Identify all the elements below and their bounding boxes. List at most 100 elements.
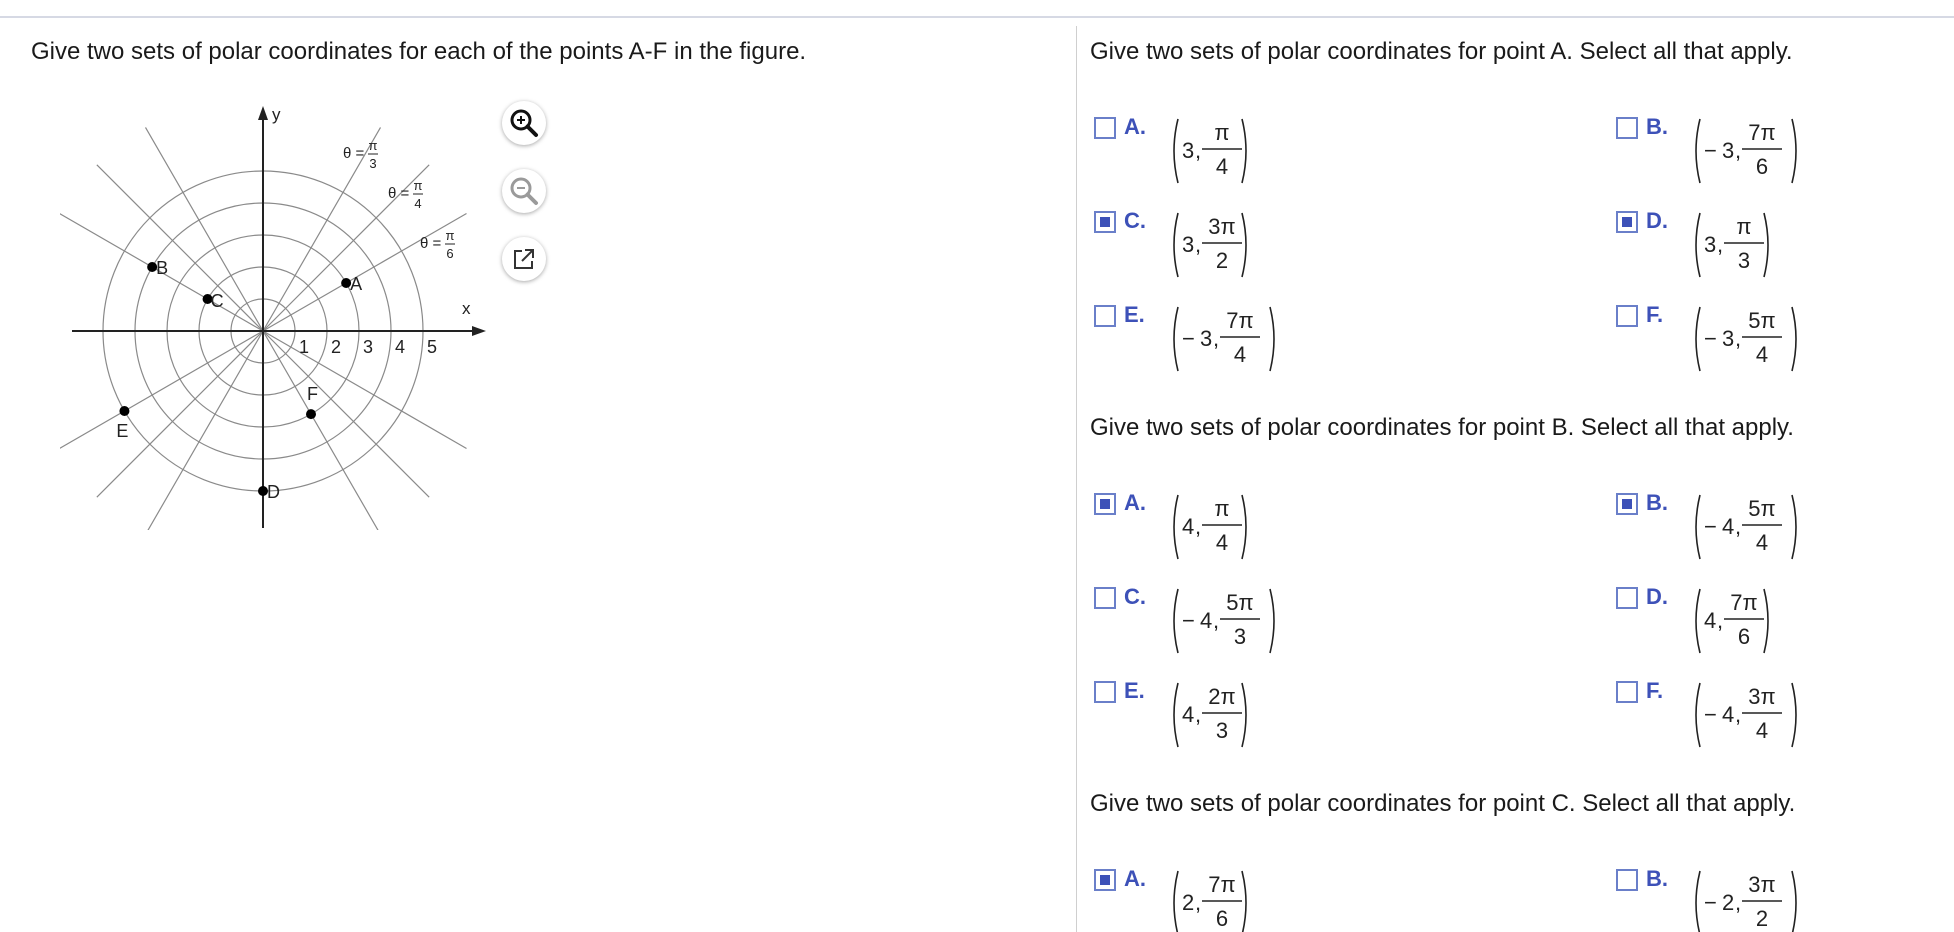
q1-option-c[interactable]: C. 3, 3π 2	[1094, 208, 1252, 280]
checkbox[interactable]	[1616, 587, 1638, 609]
angle-denominator: 3	[1216, 718, 1228, 743]
point-c-label: C	[211, 291, 224, 311]
point-b-label: B	[156, 258, 168, 278]
left-paren	[1695, 306, 1701, 372]
popout-button[interactable]	[502, 237, 546, 281]
angle-numerator: π	[369, 138, 378, 153]
radius-value: 3	[1704, 232, 1716, 257]
q1-option-b[interactable]: B. −3, 7π 6	[1616, 114, 1802, 186]
q3-option-a[interactable]: A. 2, 7π 6	[1094, 866, 1252, 932]
right-paren	[1791, 118, 1797, 184]
coordinate-expression: −3, 7π 6	[1695, 118, 1797, 184]
radius-value: 3	[1182, 232, 1194, 257]
question-3-prompt: Give two sets of polar coordinates for p…	[1090, 790, 1796, 817]
q1-option-e[interactable]: E. −3, 7π 4	[1094, 302, 1280, 374]
checkbox[interactable]	[1094, 305, 1116, 327]
q1-option-a[interactable]: A. 3, π 4	[1094, 114, 1252, 186]
angle-denominator: 4	[1216, 530, 1228, 555]
q2-option-d[interactable]: D. 4, 7π 6	[1616, 584, 1774, 656]
left-paren	[1695, 494, 1701, 560]
angle-numerator: π	[414, 178, 423, 193]
angle-theta: θ =	[420, 235, 442, 252]
coordinate-expression: 4, 2π 3	[1173, 682, 1247, 748]
radius-value: 4	[1722, 514, 1734, 539]
comma: ,	[1717, 232, 1723, 257]
question-1-prompt: Give two sets of polar coordinates for p…	[1090, 38, 1793, 65]
q1-option-d[interactable]: D. 3, π 3	[1616, 208, 1774, 280]
checkbox[interactable]	[1616, 869, 1638, 891]
option-letter: B.	[1646, 114, 1668, 139]
angle-numerator: 5π	[1226, 590, 1253, 615]
left-paren	[1173, 682, 1179, 748]
checkbox[interactable]	[1616, 493, 1638, 515]
radius-value: 3	[1722, 326, 1734, 351]
angle-denominator: 6	[1738, 624, 1750, 649]
angle-denominator: 4	[1234, 342, 1246, 367]
sign: −	[1182, 608, 1195, 633]
angle-numerator: 2π	[1208, 684, 1235, 709]
option-letter: B.	[1646, 490, 1668, 515]
checkbox[interactable]	[1094, 117, 1116, 139]
q2-option-a[interactable]: A. 4, π 4	[1094, 490, 1252, 562]
questions-panel: Give two sets of polar coordinates for p…	[1090, 0, 1950, 932]
angle-denominator: 3	[369, 156, 376, 171]
zoom-in-icon	[510, 109, 538, 137]
q3-option-b[interactable]: B. −2, 3π 2	[1616, 866, 1802, 932]
coordinate-expression: −3, 5π 4	[1695, 306, 1797, 372]
point-f-label: F	[307, 384, 318, 404]
angle-denominator: 4	[414, 196, 421, 211]
sign: −	[1704, 514, 1717, 539]
checkbox[interactable]	[1094, 681, 1116, 703]
angle-denominator: 4	[1756, 718, 1768, 743]
zoom-out-icon	[510, 177, 538, 205]
y-axis-label: y	[272, 105, 281, 124]
radius-value: 4	[1722, 702, 1734, 727]
checkbox[interactable]	[1094, 493, 1116, 515]
q2-option-f[interactable]: F. −4, 3π 4	[1616, 678, 1802, 750]
comma: ,	[1735, 514, 1741, 539]
q2-option-e[interactable]: E. 4, 2π 3	[1094, 678, 1252, 750]
q1-option-f[interactable]: F. −3, 5π 4	[1616, 302, 1802, 374]
left-paren	[1173, 870, 1179, 932]
radius-label: 4	[395, 337, 405, 357]
q2-option-c[interactable]: C. −4, 5π 3	[1094, 584, 1280, 656]
coordinate-expression: −3, 7π 4	[1173, 306, 1275, 372]
figure-question: Give two sets of polar coordinates for e…	[31, 38, 807, 65]
option-letter: F.	[1646, 302, 1664, 327]
right-paren	[1763, 212, 1769, 278]
zoom-in-button[interactable]	[502, 101, 546, 145]
left-paren	[1695, 682, 1701, 748]
checkbox[interactable]	[1094, 211, 1116, 233]
comma: ,	[1195, 514, 1201, 539]
radius-label: 1	[299, 337, 309, 357]
right-paren	[1241, 212, 1247, 278]
coordinate-expression: 4 ,π4	[1173, 494, 1247, 560]
left-paren	[1695, 212, 1701, 278]
coordinate-expression: 3, 3π 2	[1173, 212, 1247, 278]
option-letter: D.	[1646, 208, 1668, 233]
radius-label: 2	[331, 337, 341, 357]
panel-divider	[1076, 26, 1077, 932]
comma: ,	[1213, 608, 1219, 633]
checkbox[interactable]	[1094, 587, 1116, 609]
radius-value: 3	[1200, 326, 1212, 351]
angle-numerator: 5π	[1748, 496, 1775, 521]
radius-value: 2	[1722, 890, 1734, 915]
zoom-out-button[interactable]	[502, 169, 546, 213]
left-paren	[1173, 212, 1179, 278]
popout-icon	[514, 249, 534, 269]
checkbox[interactable]	[1616, 117, 1638, 139]
angle-denominator: 2	[1216, 248, 1228, 273]
checkbox[interactable]	[1616, 211, 1638, 233]
q2-option-b[interactable]: B. −4, 5π 4	[1616, 490, 1802, 562]
angle-denominator: 3	[1234, 624, 1246, 649]
right-paren	[1269, 588, 1275, 654]
left-paren	[1695, 870, 1701, 932]
checkbox[interactable]	[1616, 681, 1638, 703]
checkbox[interactable]	[1094, 869, 1116, 891]
checkbox[interactable]	[1616, 305, 1638, 327]
option-letter: C.	[1124, 208, 1146, 233]
radius-value: 4	[1182, 514, 1194, 539]
angle-denominator: 3	[1738, 248, 1750, 273]
option-letter: C.	[1124, 584, 1146, 609]
